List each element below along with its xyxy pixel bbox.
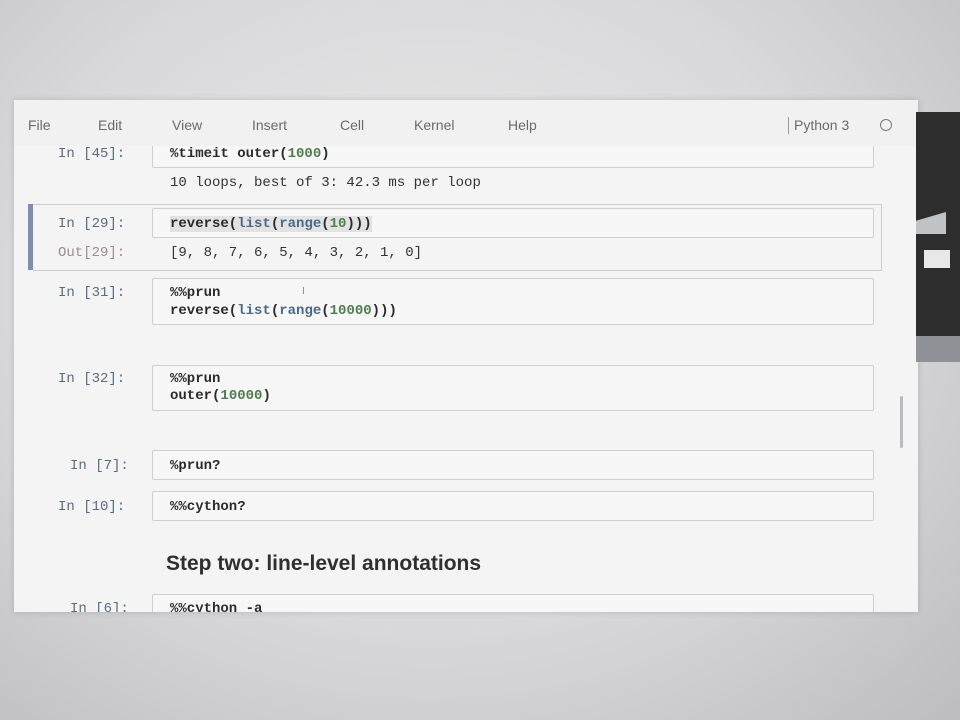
kernel-name: Python 3 bbox=[794, 117, 850, 133]
menu-help[interactable]: Help bbox=[508, 117, 537, 133]
code-line[interactable]: %%prun bbox=[170, 285, 220, 301]
code-line[interactable]: outer(10000) bbox=[170, 388, 271, 404]
code-token-num: 10000 bbox=[329, 303, 372, 319]
code-token-num: 1000 bbox=[287, 146, 322, 162]
window-thumbnail bbox=[916, 212, 946, 234]
input-prompt: In [6]: bbox=[70, 601, 129, 612]
code-line[interactable]: %%cython -a bbox=[170, 601, 262, 612]
code-token: ( bbox=[270, 303, 280, 319]
code-line[interactable]: reverse(list(range(10000))) bbox=[170, 303, 397, 319]
code-token: %%prun bbox=[170, 371, 221, 387]
code-line[interactable]: %%prun bbox=[170, 371, 220, 387]
code-token-builtin: range bbox=[279, 216, 322, 232]
circle-icon bbox=[880, 119, 892, 131]
code-token: %timeit outer( bbox=[170, 146, 288, 162]
code-token: %%cython -a bbox=[170, 601, 263, 612]
code-token: %%cython? bbox=[170, 499, 246, 515]
input-prompt: In [7]: bbox=[70, 458, 129, 474]
code-token-builtin: list bbox=[237, 303, 271, 319]
menu-kernel[interactable]: Kernel bbox=[414, 117, 454, 133]
cell-input[interactable] bbox=[152, 450, 874, 480]
code-token: ) bbox=[321, 146, 330, 162]
code-token: ))) bbox=[371, 303, 397, 319]
cell-output: [9, 8, 7, 6, 5, 4, 3, 2, 1, 0] bbox=[170, 245, 423, 261]
code-line[interactable]: %timeit outer(1000) bbox=[170, 146, 330, 162]
code-token: ) bbox=[262, 388, 271, 404]
text-cursor-icon: I bbox=[302, 286, 305, 297]
input-prompt: In [10]: bbox=[58, 499, 126, 515]
menubar: File Edit View Insert Cell Kernel Help P… bbox=[14, 100, 918, 146]
menu-file[interactable]: File bbox=[28, 117, 51, 133]
code-token: ( bbox=[321, 303, 330, 319]
window-thumbnail bbox=[924, 250, 950, 268]
menubar-divider bbox=[788, 117, 789, 134]
input-prompt: In [45]: bbox=[58, 146, 126, 162]
code-line[interactable]: %prun? bbox=[170, 458, 220, 474]
cell-input[interactable] bbox=[152, 491, 874, 521]
code-token-builtin: range bbox=[279, 303, 322, 319]
notebook-window: In [45]: %timeit outer(1000) 10 loops, b… bbox=[14, 100, 918, 612]
code-token: ( bbox=[270, 216, 280, 232]
code-token: ( bbox=[321, 216, 330, 232]
code-token: reverse( bbox=[170, 303, 238, 319]
menu-insert[interactable]: Insert bbox=[252, 117, 287, 133]
code-token-num: 10000 bbox=[220, 388, 263, 404]
code-line[interactable]: %%cython? bbox=[170, 499, 246, 515]
window-thumbnail bbox=[916, 336, 960, 362]
menu-edit[interactable]: Edit bbox=[98, 117, 122, 133]
output-prompt: Out[29]: bbox=[58, 245, 126, 261]
code-token: ))) bbox=[346, 216, 372, 232]
cell-output: 10 loops, best of 3: 42.3 ms per loop bbox=[170, 175, 481, 191]
code-token: reverse( bbox=[170, 216, 238, 232]
code-token: outer( bbox=[170, 388, 221, 404]
menu-view[interactable]: View bbox=[172, 117, 202, 133]
code-token-num: 10 bbox=[329, 216, 347, 232]
adjacent-window-edge bbox=[916, 112, 960, 362]
input-prompt: In [29]: bbox=[58, 216, 126, 232]
notebook-cells: In [45]: %timeit outer(1000) 10 loops, b… bbox=[14, 100, 918, 612]
code-token: %prun? bbox=[170, 458, 221, 474]
input-prompt: In [32]: bbox=[58, 371, 126, 387]
menu-cell[interactable]: Cell bbox=[340, 117, 364, 133]
input-prompt: In [31]: bbox=[58, 285, 126, 301]
code-token-builtin: list bbox=[237, 216, 271, 232]
scrollbar[interactable] bbox=[900, 396, 903, 448]
code-token: %%prun bbox=[170, 285, 221, 301]
code-line[interactable]: reverse(list(range(10))) bbox=[170, 216, 372, 232]
markdown-heading: Step two: line-level annotations bbox=[166, 552, 482, 575]
